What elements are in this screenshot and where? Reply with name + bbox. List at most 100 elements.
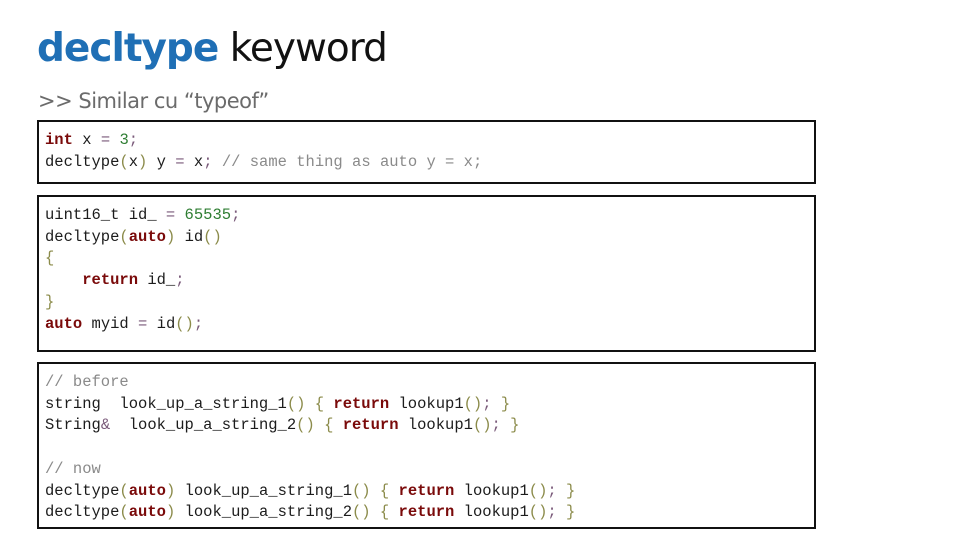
code-line: auto myid = id(); (45, 314, 814, 336)
code-operator: ; (203, 152, 213, 171)
code-operator: ; (231, 206, 241, 224)
title-keyword: decltype (37, 26, 219, 71)
code-punct: () (528, 503, 548, 522)
code-punct: ( (119, 481, 129, 500)
code-content: uint16_t id_ = 65535; decltype(auto) id()… (39, 197, 814, 335)
code-punct: ) (138, 152, 148, 171)
code-punct: { (314, 394, 325, 413)
code-punct: () (175, 314, 194, 333)
code-text: lookup1 (389, 394, 464, 413)
code-text: look_up_a_string_2 (175, 503, 352, 522)
code-operator: ; (482, 394, 492, 413)
code-text: uint16_t id_ (45, 206, 166, 224)
code-punct: () (528, 481, 548, 500)
code-number: 65535 (184, 206, 232, 224)
code-text: decltype (45, 152, 120, 171)
code-line: // now (45, 459, 814, 481)
code-punct: ) (165, 481, 176, 500)
code-number: 3 (119, 131, 129, 149)
code-line: // before (45, 372, 814, 394)
code-punct: ( (119, 227, 129, 246)
code-operator: = (138, 314, 148, 333)
code-punct: } (566, 503, 576, 522)
code-operator: ; (491, 416, 501, 435)
code-content: int x = 3; decltype(x) y = x; // same thi… (39, 122, 814, 173)
code-line: decltype(x) y = x; // same thing as auto… (45, 152, 814, 174)
code-line: String& look_up_a_string_2() { return lo… (45, 415, 814, 437)
code-comment: // same thing as auto y = x; (221, 152, 483, 171)
code-keyword: auto (128, 481, 166, 500)
code-text: lookup1 (454, 503, 529, 522)
code-text: decltype (45, 503, 120, 522)
code-keyword: auto (45, 314, 83, 333)
code-line: string look_up_a_string_1() { return loo… (45, 394, 814, 416)
code-keyword: return (342, 416, 399, 435)
code-punct: { (324, 416, 334, 435)
code-line: decltype(auto) id() (45, 227, 814, 249)
code-operator: = (175, 152, 185, 171)
code-text: look_up_a_string_2 (110, 416, 297, 435)
code-punct: () (203, 227, 222, 246)
code-punct: () (352, 503, 371, 522)
code-punct: } (45, 292, 55, 311)
code-block-1: int x = 3; decltype(x) y = x; // same thi… (37, 120, 816, 184)
code-line: { (45, 248, 814, 270)
code-block-2: uint16_t id_ = 65535; decltype(auto) id()… (37, 195, 816, 352)
code-punct: ) (165, 503, 176, 522)
code-line: } (45, 292, 814, 314)
code-operator: = (165, 206, 176, 224)
code-operator: ; (128, 131, 139, 149)
code-text: lookup1 (398, 416, 473, 435)
code-block-3: // before string look_up_a_string_1() { r… (37, 362, 816, 529)
code-text: id (147, 314, 176, 333)
code-keyword: return (333, 394, 390, 413)
code-text: decltype (45, 481, 120, 500)
code-keyword: return (82, 271, 139, 290)
code-punct: ( (119, 152, 129, 171)
code-text: id (175, 227, 204, 246)
code-line: decltype(auto) look_up_a_string_1() { re… (45, 481, 814, 503)
code-punct: } (510, 416, 520, 435)
code-text: myid (82, 314, 139, 333)
code-text: x (184, 152, 204, 171)
code-punct: { (379, 481, 390, 500)
code-operator: ; (547, 503, 557, 522)
code-operator: ; (193, 314, 204, 333)
code-text: y (147, 152, 176, 171)
code-text: id_ (138, 271, 176, 290)
code-text: lookup1 (454, 481, 529, 500)
code-punct: ( (119, 503, 129, 522)
code-line: uint16_t id_ = 65535; (45, 205, 814, 227)
code-line: decltype(auto) look_up_a_string_2() { re… (45, 502, 814, 524)
code-punct: () (352, 481, 371, 500)
code-punct: } (566, 481, 576, 500)
code-keyword: int (45, 131, 73, 149)
code-text: decltype (45, 227, 120, 246)
code-punct: () (286, 394, 306, 413)
code-content: // before string look_up_a_string_1() { r… (39, 364, 814, 524)
code-text: x (72, 131, 101, 149)
code-text: x (128, 152, 139, 171)
code-line: int x = 3; (45, 130, 814, 152)
code-comment: // before (45, 373, 129, 391)
code-punct: ) (165, 227, 176, 246)
code-operator: ; (547, 481, 557, 500)
code-punct: () (472, 416, 492, 435)
code-comment: // now (45, 459, 101, 478)
code-keyword: return (398, 503, 455, 522)
code-operator: ; (175, 271, 185, 290)
code-punct: { (379, 503, 390, 522)
code-keyword: return (398, 481, 455, 500)
